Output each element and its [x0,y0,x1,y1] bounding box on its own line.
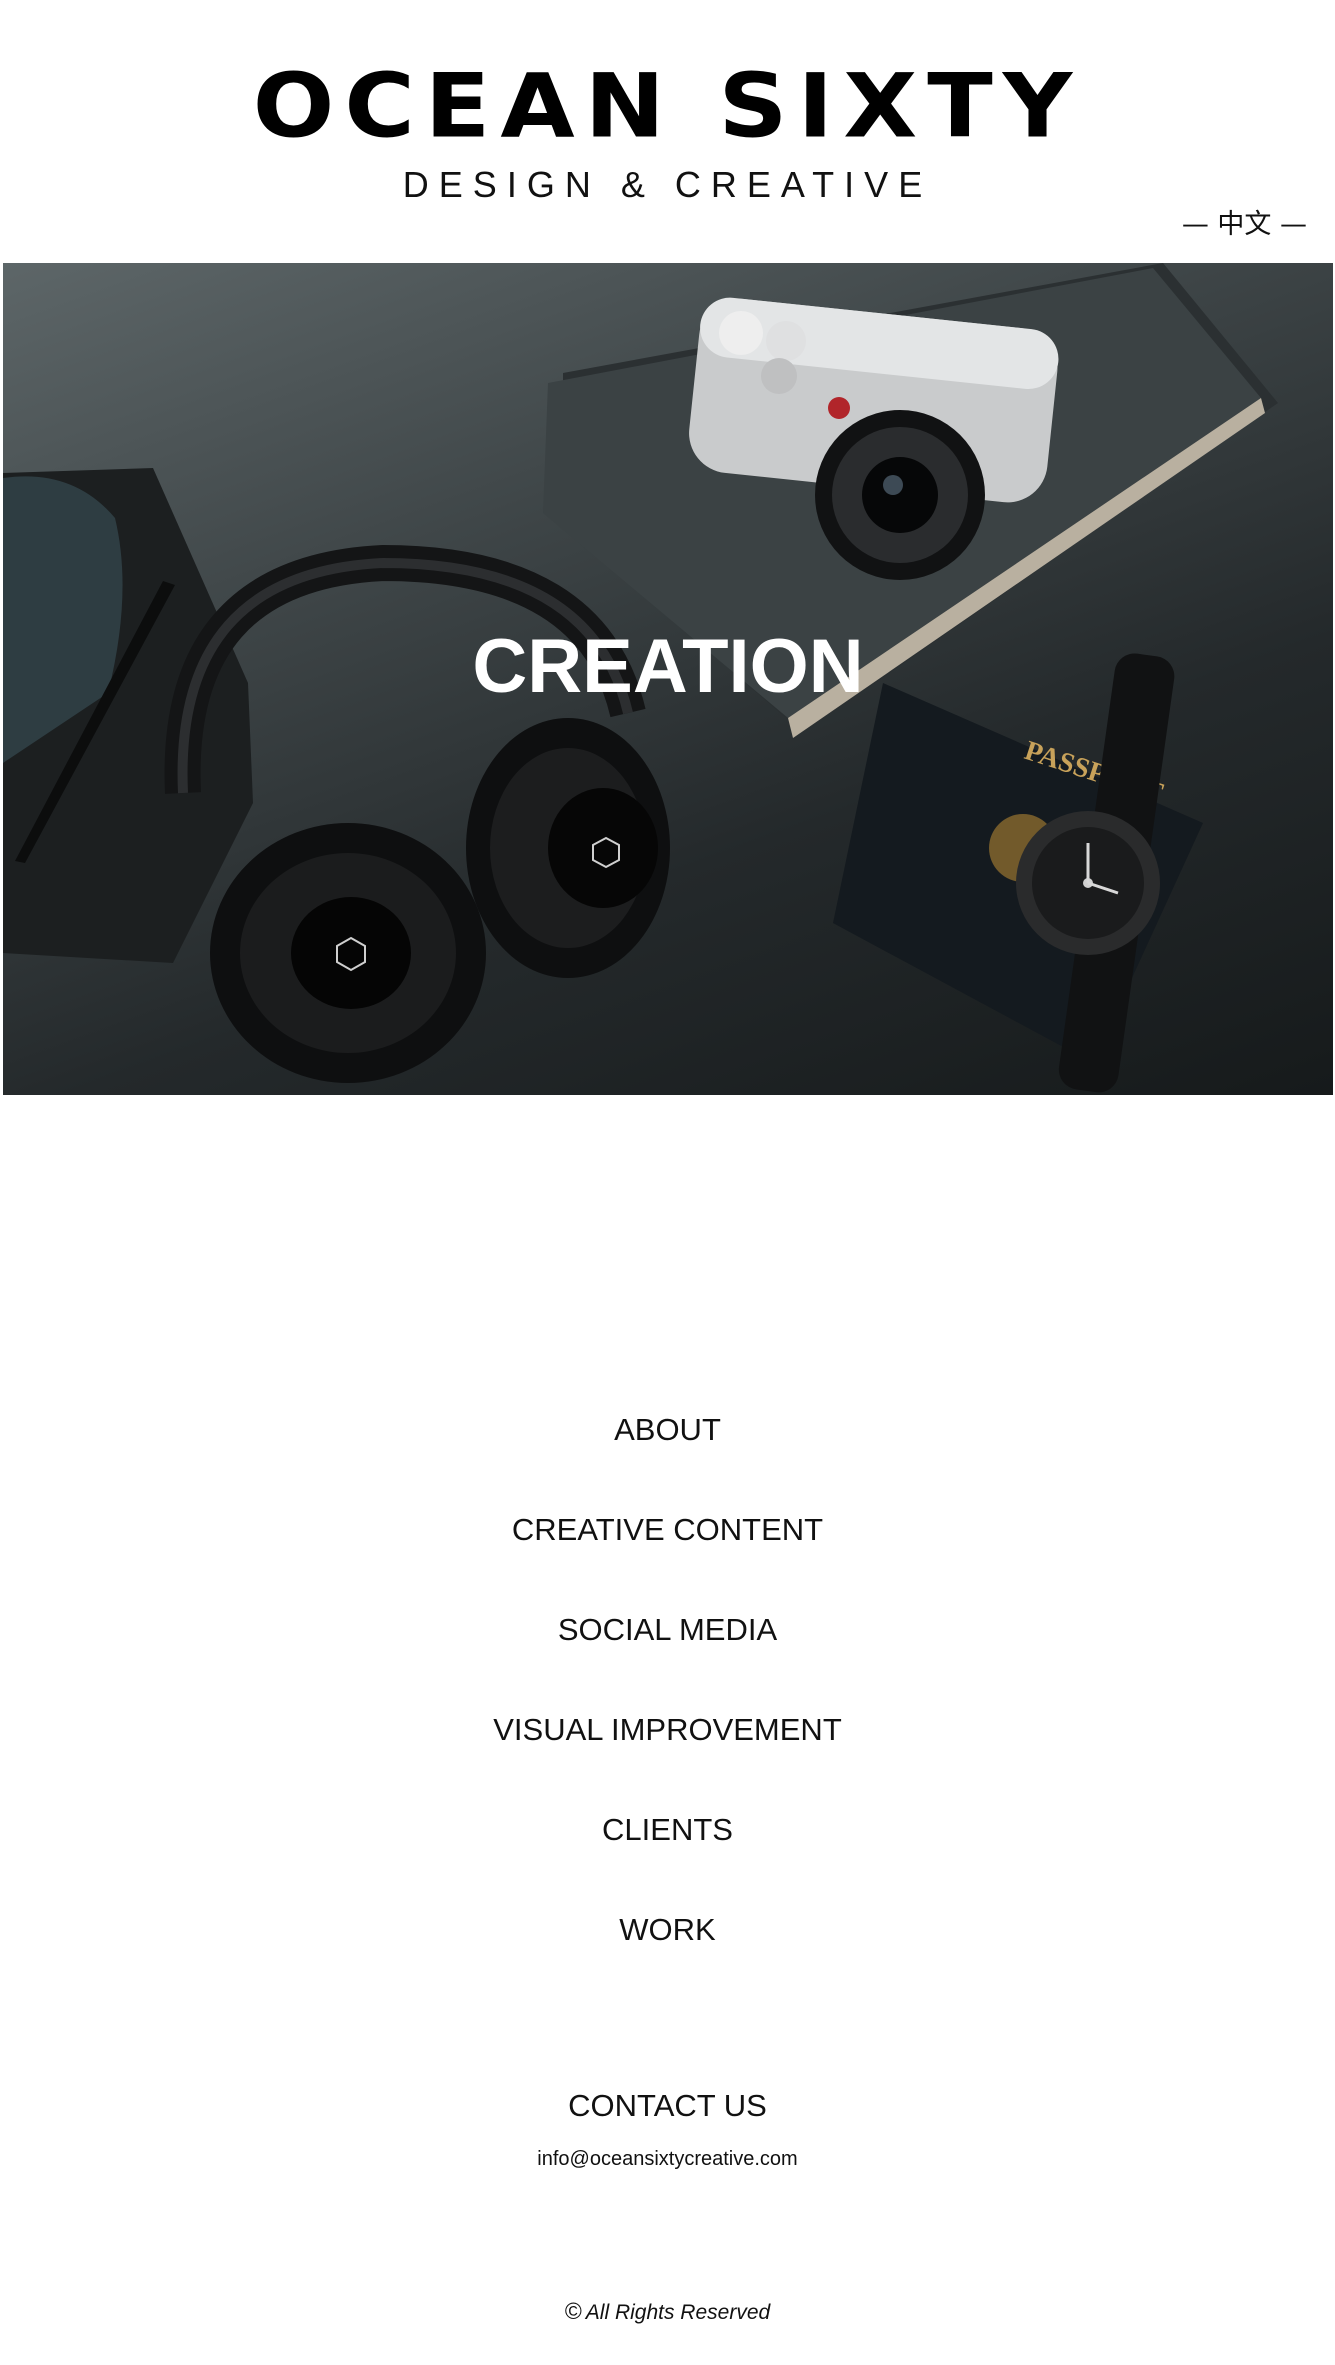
nav-item-clients[interactable]: CLIENTS [0,1805,1335,1905]
hero-title: CREATION [472,624,864,709]
logo-title: OCEAN SIXTY [252,54,1083,158]
footer: © All Rights Reserved [0,2298,1335,2325]
contact-title: CONTACT US [568,2088,767,2123]
language-switch-link[interactable]: — 中文 — [1182,202,1307,241]
nav-item-creative-content[interactable]: CREATIVE CONTENT [0,1505,1335,1605]
site-logo[interactable]: OCEAN SIXTY DESIGN & CREATIVE [0,58,1335,206]
nav-item-social-media[interactable]: SOCIAL MEDIA [0,1605,1335,1705]
logo-subtitle: DESIGN & CREATIVE [402,164,933,205]
contact-email-link[interactable]: info@oceansixtycreative.com [0,2148,1335,2171]
nav-item-about[interactable]: ABOUT [0,1405,1335,1505]
main-nav: ABOUT CREATIVE CONTENT SOCIAL MEDIA VISU… [0,1405,1335,2005]
nav-item-work[interactable]: WORK [0,1905,1335,2005]
nav-item-visual-improvement[interactable]: VISUAL IMPROVEMENT [0,1705,1335,1805]
copyright-icon: © [564,2298,582,2324]
hero-banner: PASSPORT CREATION [3,263,1333,1095]
footer-text: All Rights Reserved [585,2301,771,2324]
